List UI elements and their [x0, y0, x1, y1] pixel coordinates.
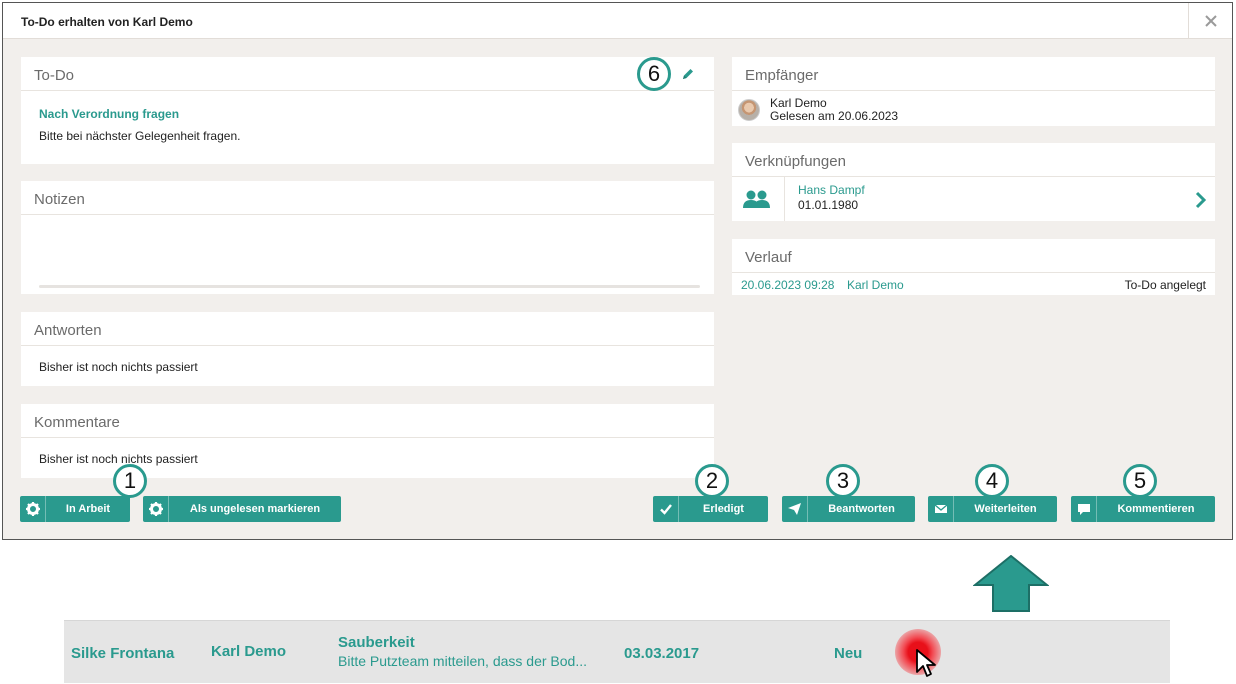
callout-1: 1 [113, 464, 147, 498]
link-item[interactable]: Hans Dampf 01.01.1980 [732, 177, 1215, 221]
links-panel: Verknüpfungen Hans Dampf 01.01.1980 [732, 143, 1215, 221]
paper-plane-icon [788, 503, 801, 515]
todo-text: Bitte bei nächster Gelegenheit fragen. [39, 129, 241, 143]
done-button[interactable]: Erledigt [653, 496, 768, 522]
in-progress-button[interactable]: In Arbeit [20, 496, 130, 522]
link-date: 01.01.1980 [798, 198, 859, 212]
history-entry: 20.06.2023 09:28 Karl Demo To-Do angeleg… [732, 273, 1215, 294]
callout-2: 2 [695, 464, 729, 498]
recipient-entry: Karl Demo Gelesen am 20.06.2023 [732, 91, 1215, 123]
notes-heading: Notizen [21, 181, 714, 215]
list-row-status: Neu [834, 645, 863, 662]
envelope-icon [934, 504, 947, 513]
gear-icon [25, 502, 40, 516]
link-separator [784, 177, 785, 221]
todo-heading: To-Do [21, 57, 714, 91]
forward-button[interactable]: Weiterleiten [928, 496, 1057, 522]
in-progress-label: In Arbeit [65, 503, 111, 515]
todo-title: Nach Verordnung fragen [39, 107, 180, 121]
notes-scrollbar[interactable] [39, 285, 700, 288]
comment-label: Kommentieren [1117, 503, 1195, 515]
history-datetime: 20.06.2023 09:28 [741, 278, 835, 292]
chevron-right-icon[interactable] [1195, 191, 1207, 209]
gear-icon [148, 502, 163, 516]
todo-dialog: To-Do erhalten von Karl Demo To-Do Nach … [2, 2, 1233, 540]
reply-button[interactable]: Beantworten [782, 496, 915, 522]
close-icon [1204, 15, 1217, 27]
mark-unread-button[interactable]: Als ungelesen markieren [143, 496, 341, 522]
comment-button[interactable]: Kommentieren [1071, 496, 1215, 522]
mouse-cursor-icon [916, 649, 936, 677]
recipient-heading: Empfänger [732, 57, 1215, 91]
people-icon [743, 190, 770, 208]
answers-empty-text: Bisher ist noch nichts passiert [39, 360, 198, 374]
mark-unread-label: Als ungelesen markieren [189, 503, 321, 515]
links-heading: Verknüpfungen [732, 143, 1215, 177]
answers-heading: Antworten [21, 312, 714, 346]
history-user[interactable]: Karl Demo [847, 278, 904, 292]
list-row-subject: Sauberkeit [338, 634, 415, 651]
checkmark-icon [659, 504, 672, 515]
history-action: To-Do angelegt [1124, 278, 1206, 292]
reply-label: Beantworten [828, 503, 895, 515]
notes-panel: Notizen [21, 181, 714, 294]
list-row-date: 03.03.2017 [624, 645, 700, 662]
avatar [738, 99, 760, 121]
callout-4: 4 [975, 464, 1009, 498]
forward-label: Weiterleiten [974, 503, 1037, 515]
list-row-recipient: Karl Demo [211, 643, 287, 660]
close-button[interactable] [1188, 3, 1232, 39]
history-panel: Verlauf 20.06.2023 09:28 Karl Demo To-Do… [732, 239, 1215, 295]
list-row-sender: Silke Frontana [71, 645, 175, 662]
dialog-title: To-Do erhalten von Karl Demo [21, 15, 193, 29]
comments-empty-text: Bisher ist noch nichts passiert [39, 452, 198, 466]
callout-6: 6 [637, 57, 671, 91]
pencil-icon[interactable] [680, 66, 696, 82]
comments-heading: Kommentare [21, 404, 714, 438]
callout-3: 3 [826, 464, 860, 498]
link-name[interactable]: Hans Dampf [798, 183, 865, 197]
done-label: Erledigt [703, 503, 744, 515]
list-row-preview: Bitte Putzteam mitteilen, dass der Bod..… [338, 653, 588, 669]
todo-panel: To-Do Nach Verordnung fragen Bitte bei n… [21, 57, 714, 164]
recipient-panel: Empfänger Karl Demo Gelesen am 20.06.202… [732, 57, 1215, 126]
answers-panel: Antworten Bisher ist noch nichts passier… [21, 312, 714, 386]
history-heading: Verlauf [732, 239, 1215, 273]
callout-5: 5 [1123, 464, 1157, 498]
arrow-up-icon [973, 555, 1049, 612]
dialog-header: To-Do erhalten von Karl Demo [3, 3, 1232, 39]
recipient-read-status: Gelesen am 20.06.2023 [770, 109, 899, 123]
comment-icon [1077, 504, 1090, 515]
